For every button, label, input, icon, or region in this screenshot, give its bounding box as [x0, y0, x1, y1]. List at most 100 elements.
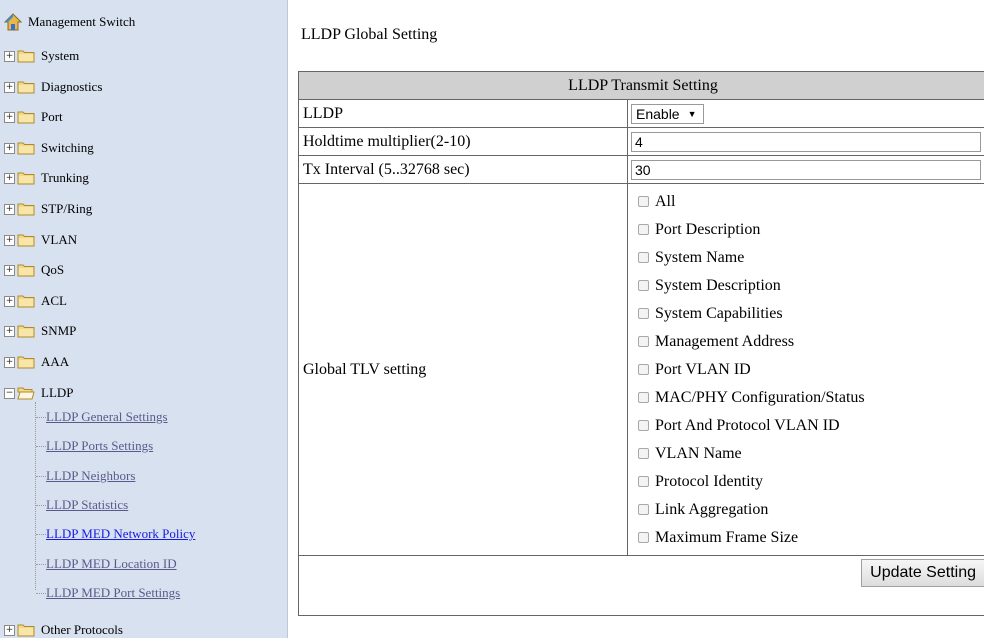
sidebar-item-lldp[interactable]: − LLDP — [0, 381, 74, 405]
tree-connector — [36, 534, 46, 535]
sidebar-subitem-lldp-neighbors: LLDP Neighbors — [46, 466, 135, 486]
expand-icon[interactable]: + — [4, 143, 15, 154]
sidebar-item-aaa[interactable]: +AAA — [0, 350, 69, 374]
tlv-option-label: System Description — [655, 277, 781, 295]
folder-open-icon — [17, 386, 35, 400]
folder-icon — [17, 294, 35, 308]
sidebar-link[interactable]: LLDP MED Network Policy — [46, 526, 195, 542]
tlv-option[interactable]: VLAN Name — [638, 440, 984, 468]
tree-root[interactable]: Management Switch — [4, 12, 135, 32]
tlv-checkbox[interactable] — [638, 476, 649, 487]
collapse-icon[interactable]: − — [4, 388, 15, 399]
folder-icon — [17, 202, 35, 216]
tlv-option[interactable]: Port And Protocol VLAN ID — [638, 412, 984, 440]
tlv-option-label: System Name — [655, 249, 744, 267]
tlv-option[interactable]: Management Address — [638, 328, 984, 356]
sidebar-subitem-lldp-med-network-policy: LLDP MED Network Policy — [46, 524, 195, 544]
sidebar-link[interactable]: LLDP General Settings — [46, 409, 168, 425]
sidebar-item-diagnostics[interactable]: +Diagnostics — [0, 75, 102, 99]
sidebar-item-other-protocols[interactable]: +Other Protocols — [0, 618, 123, 642]
tlv-option[interactable]: MAC/PHY Configuration/Status — [638, 384, 984, 412]
tlv-option-label: Port Description — [655, 221, 760, 239]
sidebar-link[interactable]: LLDP Statistics — [46, 497, 128, 513]
sidebar-item-stp-ring[interactable]: + STP/Ring — [0, 197, 92, 221]
tlv-checkbox[interactable] — [638, 504, 649, 515]
tx-interval-input[interactable] — [631, 160, 981, 180]
tlv-checkbox[interactable] — [638, 532, 649, 543]
tree-connector — [36, 417, 46, 418]
expand-icon[interactable]: + — [4, 112, 15, 123]
tlv-checkbox[interactable] — [638, 196, 649, 207]
sidebar-link[interactable]: LLDP MED Location ID — [46, 556, 177, 572]
tlv-option-label: System Capabilities — [655, 305, 783, 323]
tlv-checkbox[interactable] — [638, 448, 649, 459]
tlv-label: Global TLV setting — [299, 184, 628, 556]
page-title: LLDP Global Setting — [301, 26, 437, 44]
tlv-option[interactable]: Port Description — [638, 216, 984, 244]
expand-icon[interactable]: + — [4, 357, 15, 368]
sidebar-item-switching[interactable]: + Switching — [0, 136, 94, 160]
sidebar-item-label: STP/Ring — [41, 201, 92, 217]
sidebar-subitem-lldp-med-port-settings: LLDP MED Port Settings — [46, 583, 180, 603]
sidebar-link[interactable]: LLDP MED Port Settings — [46, 585, 180, 601]
expand-icon[interactable]: + — [4, 235, 15, 246]
folder-icon — [17, 49, 35, 63]
holdtime-label: Holdtime multiplier(2-10) — [299, 128, 628, 156]
tlv-option[interactable]: All — [638, 188, 984, 216]
tlv-checkbox[interactable] — [638, 364, 649, 375]
tlv-checkbox[interactable] — [638, 224, 649, 235]
sidebar-item-acl[interactable]: +ACL — [0, 289, 67, 313]
sidebar-item-snmp[interactable]: +SNMP — [0, 319, 76, 343]
tlv-option-label: Maximum Frame Size — [655, 529, 798, 547]
expand-icon[interactable]: + — [4, 625, 15, 636]
sidebar: Management Switch + System +Diagnostics +Po… — [0, 0, 288, 638]
folder-icon — [17, 623, 35, 637]
sidebar-link[interactable]: LLDP Neighbors — [46, 468, 135, 484]
tlv-option-label: VLAN Name — [655, 445, 742, 463]
expand-icon[interactable]: + — [4, 326, 15, 337]
tlv-checkbox[interactable] — [638, 280, 649, 291]
folder-icon — [17, 263, 35, 277]
sidebar-item-port[interactable]: +Port — [0, 105, 63, 129]
update-setting-button[interactable]: Update Setting — [861, 559, 984, 587]
sidebar-subitem-lldp-med-location-id: LLDP MED Location ID — [46, 554, 177, 574]
home-icon — [4, 13, 22, 31]
tlv-option[interactable]: Maximum Frame Size — [638, 524, 984, 552]
sidebar-item-label: Switching — [41, 140, 94, 156]
holdtime-input[interactable] — [631, 132, 981, 152]
sidebar-subitem-lldp-ports-settings: LLDP Ports Settings — [46, 436, 153, 456]
sidebar-item-system[interactable]: + System — [0, 44, 79, 68]
tlv-checkbox[interactable] — [638, 336, 649, 347]
sidebar-item-vlan[interactable]: +VLAN — [0, 228, 77, 252]
tlv-option[interactable]: System Name — [638, 244, 984, 272]
expand-icon[interactable]: + — [4, 51, 15, 62]
tlv-checkbox[interactable] — [638, 308, 649, 319]
tlv-options-list: All Port Description System Name System Des… — [631, 188, 984, 552]
sidebar-item-label: LLDP — [41, 385, 74, 401]
tree-connector — [35, 402, 36, 590]
tlv-checkbox[interactable] — [638, 392, 649, 403]
tlv-option[interactable]: Port VLAN ID — [638, 356, 984, 384]
sidebar-item-label: System — [41, 48, 79, 64]
tlv-option[interactable]: System Description — [638, 272, 984, 300]
tlv-checkbox[interactable] — [638, 420, 649, 431]
expand-icon[interactable]: + — [4, 173, 15, 184]
expand-icon[interactable]: + — [4, 82, 15, 93]
sidebar-link[interactable]: LLDP Ports Settings — [46, 438, 153, 454]
lldp-select[interactable]: Enable ▼ — [631, 104, 704, 124]
expand-icon[interactable]: + — [4, 204, 15, 215]
tlv-option-label: All — [655, 193, 675, 211]
expand-icon[interactable]: + — [4, 296, 15, 307]
tlv-option-label: Port VLAN ID — [655, 361, 751, 379]
folder-icon — [17, 324, 35, 338]
sidebar-item-trunking[interactable]: +Trunking — [0, 166, 89, 190]
tree-connector — [36, 446, 46, 447]
tlv-option[interactable]: Protocol Identity — [638, 468, 984, 496]
sidebar-subitem-lldp-general-settings: LLDP General Settings — [46, 407, 168, 427]
expand-icon[interactable]: + — [4, 265, 15, 276]
tlv-option-label: Port And Protocol VLAN ID — [655, 417, 840, 435]
sidebar-item-qos[interactable]: +QoS — [0, 258, 64, 282]
tlv-option[interactable]: System Capabilities — [638, 300, 984, 328]
tlv-option[interactable]: Link Aggregation — [638, 496, 984, 524]
tlv-checkbox[interactable] — [638, 252, 649, 263]
